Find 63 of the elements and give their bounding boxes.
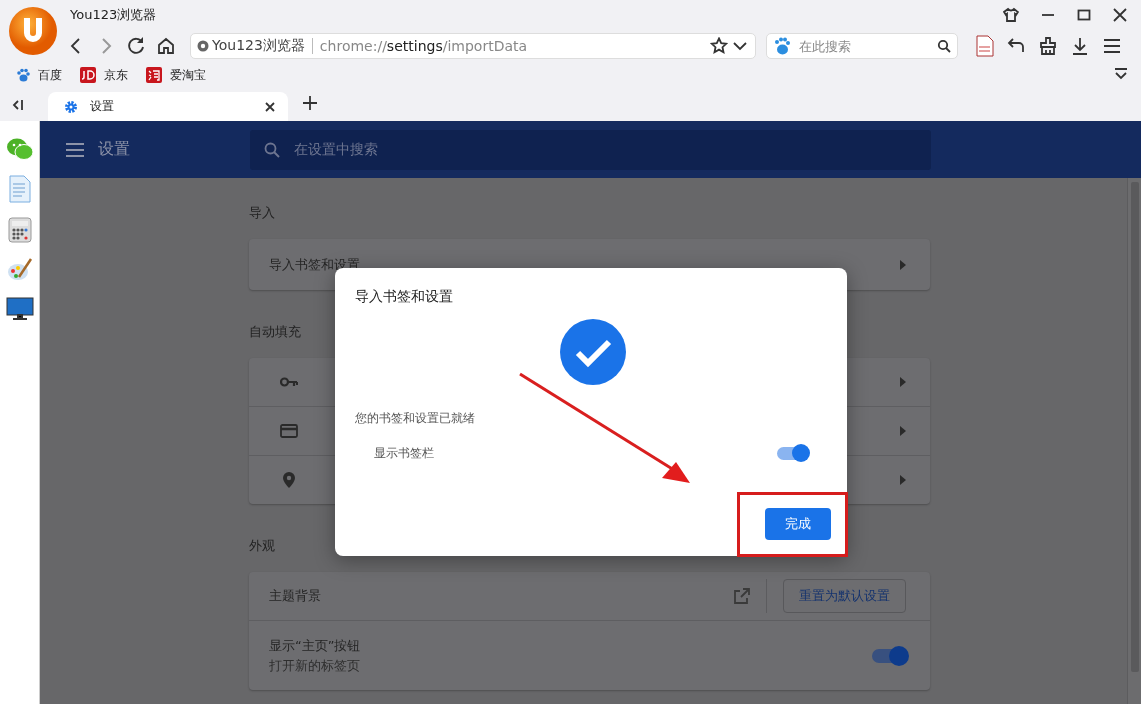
done-button[interactable]: 完成 [765,508,831,540]
close-icon[interactable] [1113,8,1127,22]
search-input[interactable]: 在此搜索 [797,37,931,55]
sidebar-toggle-icon[interactable] [11,97,25,112]
dialog-message: 您的书签和设置已就绪 [355,410,476,427]
search-icon [264,141,280,158]
bookmark-item[interactable]: 爱淘宝 [146,66,206,84]
new-tab-icon[interactable] [302,95,318,111]
bookmark-label: 京东 [104,66,128,84]
bookmark-item[interactable]: 京东 [80,66,128,84]
section-heading: 自动填充 [249,323,302,341]
paint-palette-icon[interactable] [6,257,33,283]
calculator-icon[interactable] [7,217,32,243]
location-pin-icon [282,471,296,489]
toggle-switch[interactable] [777,447,807,460]
toggle-label: 显示书签栏 [374,445,434,462]
key-icon [280,377,298,387]
row-sublabel: 打开新的标签页 [269,656,361,675]
pdf-file-icon[interactable] [976,35,994,57]
section-heading: 外观 [249,537,276,555]
shirt-icon[interactable] [1003,7,1019,23]
tab-title: 设置 [90,98,114,115]
arrow-right-icon[interactable] [900,475,906,485]
chat-app-icon[interactable] [5,137,34,161]
search-field[interactable]: 在此搜索 [766,33,958,59]
row-label: 显示“主页”按钮 [269,636,361,655]
bookmark-item[interactable]: 百度 [16,66,62,84]
reload-icon[interactable] [126,36,146,56]
window-title: You123浏览器 [70,6,157,24]
browser-logo [8,6,58,56]
download-icon[interactable] [1070,36,1090,56]
checkmark-icon [559,318,627,386]
search-icon[interactable] [937,39,951,53]
shop-logo-icon [80,67,96,83]
shop-logo-icon [146,67,162,83]
arrow-right-icon[interactable] [900,377,906,387]
close-icon[interactable] [264,100,276,113]
arrow-right-icon[interactable] [900,426,906,436]
dialog-title: 导入书签和设置 [355,288,454,306]
bookmark-label: 百度 [38,66,62,84]
browser-tab[interactable]: 设置 [48,92,288,121]
menu-icon[interactable] [1102,36,1122,56]
credit-card-icon [280,424,298,438]
broom-icon[interactable] [1038,36,1058,56]
menu-icon[interactable] [66,142,84,157]
gear-icon [64,99,78,114]
toggle-switch[interactable] [872,648,906,663]
arrow-right-icon[interactable] [900,259,906,270]
section-heading: 导入 [249,204,276,222]
monitor-icon[interactable] [5,297,34,321]
paw-icon [16,68,30,82]
site-label: You123浏览器 [212,37,305,55]
collapse-icon[interactable] [1113,65,1129,82]
row-label: 主题背景 [269,587,321,605]
url-text: chrome://settings/importData [319,38,528,54]
bookmark-label: 爱淘宝 [170,66,206,84]
home-icon[interactable] [156,36,176,56]
search-placeholder: 在设置中搜索 [294,140,378,159]
maximize-icon[interactable] [1077,8,1091,22]
star-icon[interactable] [710,37,728,55]
page-title: 设置 [98,139,130,160]
paw-icon [773,37,791,55]
address-bar[interactable]: You123浏览器 chrome://settings/importData [190,33,756,59]
